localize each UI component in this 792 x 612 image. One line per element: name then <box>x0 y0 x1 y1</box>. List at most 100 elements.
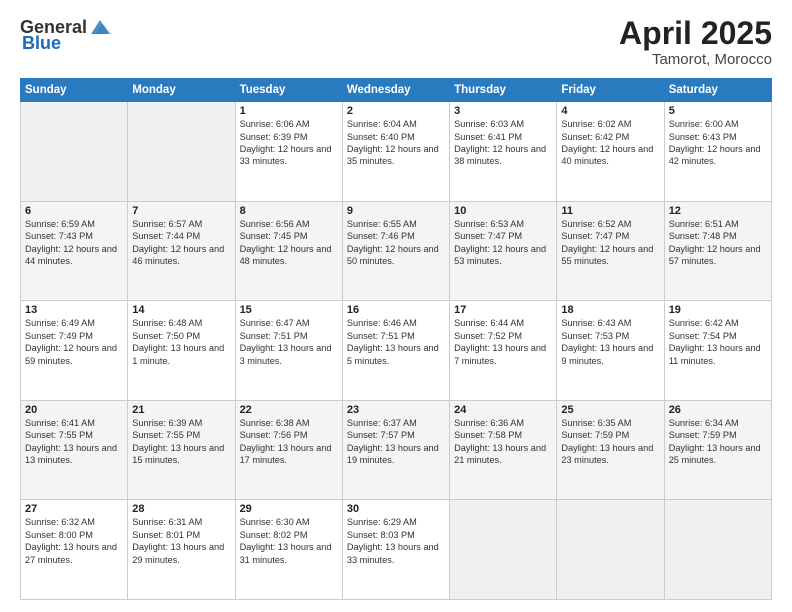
day-info: Sunrise: 6:06 AM Sunset: 6:39 PM Dayligh… <box>240 118 338 168</box>
day-info: Sunrise: 6:38 AM Sunset: 7:56 PM Dayligh… <box>240 417 338 467</box>
calendar-cell <box>557 500 664 600</box>
logo-blue-text: Blue <box>22 34 61 52</box>
header: General Blue April 2025 Tamorot, Morocco <box>20 16 772 68</box>
calendar-cell: 6Sunrise: 6:59 AM Sunset: 7:43 PM Daylig… <box>21 201 128 301</box>
day-number: 23 <box>347 404 445 416</box>
weekday-header-friday: Friday <box>557 79 664 102</box>
day-number: 19 <box>669 304 767 316</box>
day-info: Sunrise: 6:55 AM Sunset: 7:46 PM Dayligh… <box>347 218 445 268</box>
calendar-cell: 4Sunrise: 6:02 AM Sunset: 6:42 PM Daylig… <box>557 102 664 202</box>
calendar-cell <box>450 500 557 600</box>
day-info: Sunrise: 6:49 AM Sunset: 7:49 PM Dayligh… <box>25 317 123 367</box>
day-info: Sunrise: 6:30 AM Sunset: 8:02 PM Dayligh… <box>240 516 338 566</box>
day-info: Sunrise: 6:31 AM Sunset: 8:01 PM Dayligh… <box>132 516 230 566</box>
calendar-cell: 2Sunrise: 6:04 AM Sunset: 6:40 PM Daylig… <box>342 102 449 202</box>
calendar-cell: 28Sunrise: 6:31 AM Sunset: 8:01 PM Dayli… <box>128 500 235 600</box>
day-info: Sunrise: 6:04 AM Sunset: 6:40 PM Dayligh… <box>347 118 445 168</box>
day-number: 9 <box>347 205 445 217</box>
calendar-cell: 20Sunrise: 6:41 AM Sunset: 7:55 PM Dayli… <box>21 400 128 500</box>
title-block: April 2025 Tamorot, Morocco <box>619 16 772 68</box>
day-info: Sunrise: 6:35 AM Sunset: 7:59 PM Dayligh… <box>561 417 659 467</box>
calendar-cell <box>21 102 128 202</box>
calendar-cell: 22Sunrise: 6:38 AM Sunset: 7:56 PM Dayli… <box>235 400 342 500</box>
weekday-header-monday: Monday <box>128 79 235 102</box>
week-row-4: 20Sunrise: 6:41 AM Sunset: 7:55 PM Dayli… <box>21 400 772 500</box>
week-row-1: 1Sunrise: 6:06 AM Sunset: 6:39 PM Daylig… <box>21 102 772 202</box>
day-info: Sunrise: 6:53 AM Sunset: 7:47 PM Dayligh… <box>454 218 552 268</box>
weekday-header-tuesday: Tuesday <box>235 79 342 102</box>
week-row-2: 6Sunrise: 6:59 AM Sunset: 7:43 PM Daylig… <box>21 201 772 301</box>
day-number: 30 <box>347 503 445 515</box>
day-info: Sunrise: 6:42 AM Sunset: 7:54 PM Dayligh… <box>669 317 767 367</box>
day-info: Sunrise: 6:36 AM Sunset: 7:58 PM Dayligh… <box>454 417 552 467</box>
calendar-cell: 29Sunrise: 6:30 AM Sunset: 8:02 PM Dayli… <box>235 500 342 600</box>
day-number: 14 <box>132 304 230 316</box>
day-info: Sunrise: 6:34 AM Sunset: 7:59 PM Dayligh… <box>669 417 767 467</box>
day-info: Sunrise: 6:32 AM Sunset: 8:00 PM Dayligh… <box>25 516 123 566</box>
month-title: April 2025 <box>619 16 772 51</box>
calendar-cell: 21Sunrise: 6:39 AM Sunset: 7:55 PM Dayli… <box>128 400 235 500</box>
day-number: 21 <box>132 404 230 416</box>
day-info: Sunrise: 6:51 AM Sunset: 7:48 PM Dayligh… <box>669 218 767 268</box>
day-info: Sunrise: 6:57 AM Sunset: 7:44 PM Dayligh… <box>132 218 230 268</box>
day-info: Sunrise: 6:37 AM Sunset: 7:57 PM Dayligh… <box>347 417 445 467</box>
day-number: 29 <box>240 503 338 515</box>
weekday-header-thursday: Thursday <box>450 79 557 102</box>
day-number: 16 <box>347 304 445 316</box>
calendar-cell: 7Sunrise: 6:57 AM Sunset: 7:44 PM Daylig… <box>128 201 235 301</box>
location-title: Tamorot, Morocco <box>619 51 772 68</box>
day-number: 12 <box>669 205 767 217</box>
weekday-header-saturday: Saturday <box>664 79 771 102</box>
day-number: 17 <box>454 304 552 316</box>
day-number: 2 <box>347 105 445 117</box>
day-info: Sunrise: 6:00 AM Sunset: 6:43 PM Dayligh… <box>669 118 767 168</box>
day-number: 5 <box>669 105 767 117</box>
day-info: Sunrise: 6:56 AM Sunset: 7:45 PM Dayligh… <box>240 218 338 268</box>
calendar-cell: 14Sunrise: 6:48 AM Sunset: 7:50 PM Dayli… <box>128 301 235 401</box>
calendar-cell: 8Sunrise: 6:56 AM Sunset: 7:45 PM Daylig… <box>235 201 342 301</box>
day-number: 26 <box>669 404 767 416</box>
calendar-cell: 15Sunrise: 6:47 AM Sunset: 7:51 PM Dayli… <box>235 301 342 401</box>
day-info: Sunrise: 6:59 AM Sunset: 7:43 PM Dayligh… <box>25 218 123 268</box>
calendar-table: SundayMondayTuesdayWednesdayThursdayFrid… <box>20 78 772 600</box>
calendar-cell: 3Sunrise: 6:03 AM Sunset: 6:41 PM Daylig… <box>450 102 557 202</box>
logo-icon <box>89 16 111 38</box>
day-number: 4 <box>561 105 659 117</box>
day-info: Sunrise: 6:44 AM Sunset: 7:52 PM Dayligh… <box>454 317 552 367</box>
day-number: 18 <box>561 304 659 316</box>
calendar-cell: 17Sunrise: 6:44 AM Sunset: 7:52 PM Dayli… <box>450 301 557 401</box>
day-number: 6 <box>25 205 123 217</box>
day-info: Sunrise: 6:47 AM Sunset: 7:51 PM Dayligh… <box>240 317 338 367</box>
day-number: 22 <box>240 404 338 416</box>
day-number: 25 <box>561 404 659 416</box>
calendar-cell: 25Sunrise: 6:35 AM Sunset: 7:59 PM Dayli… <box>557 400 664 500</box>
calendar-cell: 27Sunrise: 6:32 AM Sunset: 8:00 PM Dayli… <box>21 500 128 600</box>
calendar-cell: 16Sunrise: 6:46 AM Sunset: 7:51 PM Dayli… <box>342 301 449 401</box>
calendar-cell: 1Sunrise: 6:06 AM Sunset: 6:39 PM Daylig… <box>235 102 342 202</box>
day-info: Sunrise: 6:48 AM Sunset: 7:50 PM Dayligh… <box>132 317 230 367</box>
day-number: 8 <box>240 205 338 217</box>
calendar-cell <box>128 102 235 202</box>
day-number: 7 <box>132 205 230 217</box>
day-number: 15 <box>240 304 338 316</box>
page: General Blue April 2025 Tamorot, Morocco… <box>0 0 792 612</box>
calendar-cell: 23Sunrise: 6:37 AM Sunset: 7:57 PM Dayli… <box>342 400 449 500</box>
day-info: Sunrise: 6:02 AM Sunset: 6:42 PM Dayligh… <box>561 118 659 168</box>
day-number: 10 <box>454 205 552 217</box>
calendar-cell: 30Sunrise: 6:29 AM Sunset: 8:03 PM Dayli… <box>342 500 449 600</box>
calendar-cell: 19Sunrise: 6:42 AM Sunset: 7:54 PM Dayli… <box>664 301 771 401</box>
day-number: 1 <box>240 105 338 117</box>
calendar-cell <box>664 500 771 600</box>
day-info: Sunrise: 6:46 AM Sunset: 7:51 PM Dayligh… <box>347 317 445 367</box>
calendar-cell: 24Sunrise: 6:36 AM Sunset: 7:58 PM Dayli… <box>450 400 557 500</box>
calendar-cell: 13Sunrise: 6:49 AM Sunset: 7:49 PM Dayli… <box>21 301 128 401</box>
day-info: Sunrise: 6:52 AM Sunset: 7:47 PM Dayligh… <box>561 218 659 268</box>
day-info: Sunrise: 6:43 AM Sunset: 7:53 PM Dayligh… <box>561 317 659 367</box>
calendar-cell: 11Sunrise: 6:52 AM Sunset: 7:47 PM Dayli… <box>557 201 664 301</box>
weekday-header-row: SundayMondayTuesdayWednesdayThursdayFrid… <box>21 79 772 102</box>
week-row-3: 13Sunrise: 6:49 AM Sunset: 7:49 PM Dayli… <box>21 301 772 401</box>
day-number: 24 <box>454 404 552 416</box>
calendar-cell: 26Sunrise: 6:34 AM Sunset: 7:59 PM Dayli… <box>664 400 771 500</box>
week-row-5: 27Sunrise: 6:32 AM Sunset: 8:00 PM Dayli… <box>21 500 772 600</box>
day-info: Sunrise: 6:41 AM Sunset: 7:55 PM Dayligh… <box>25 417 123 467</box>
